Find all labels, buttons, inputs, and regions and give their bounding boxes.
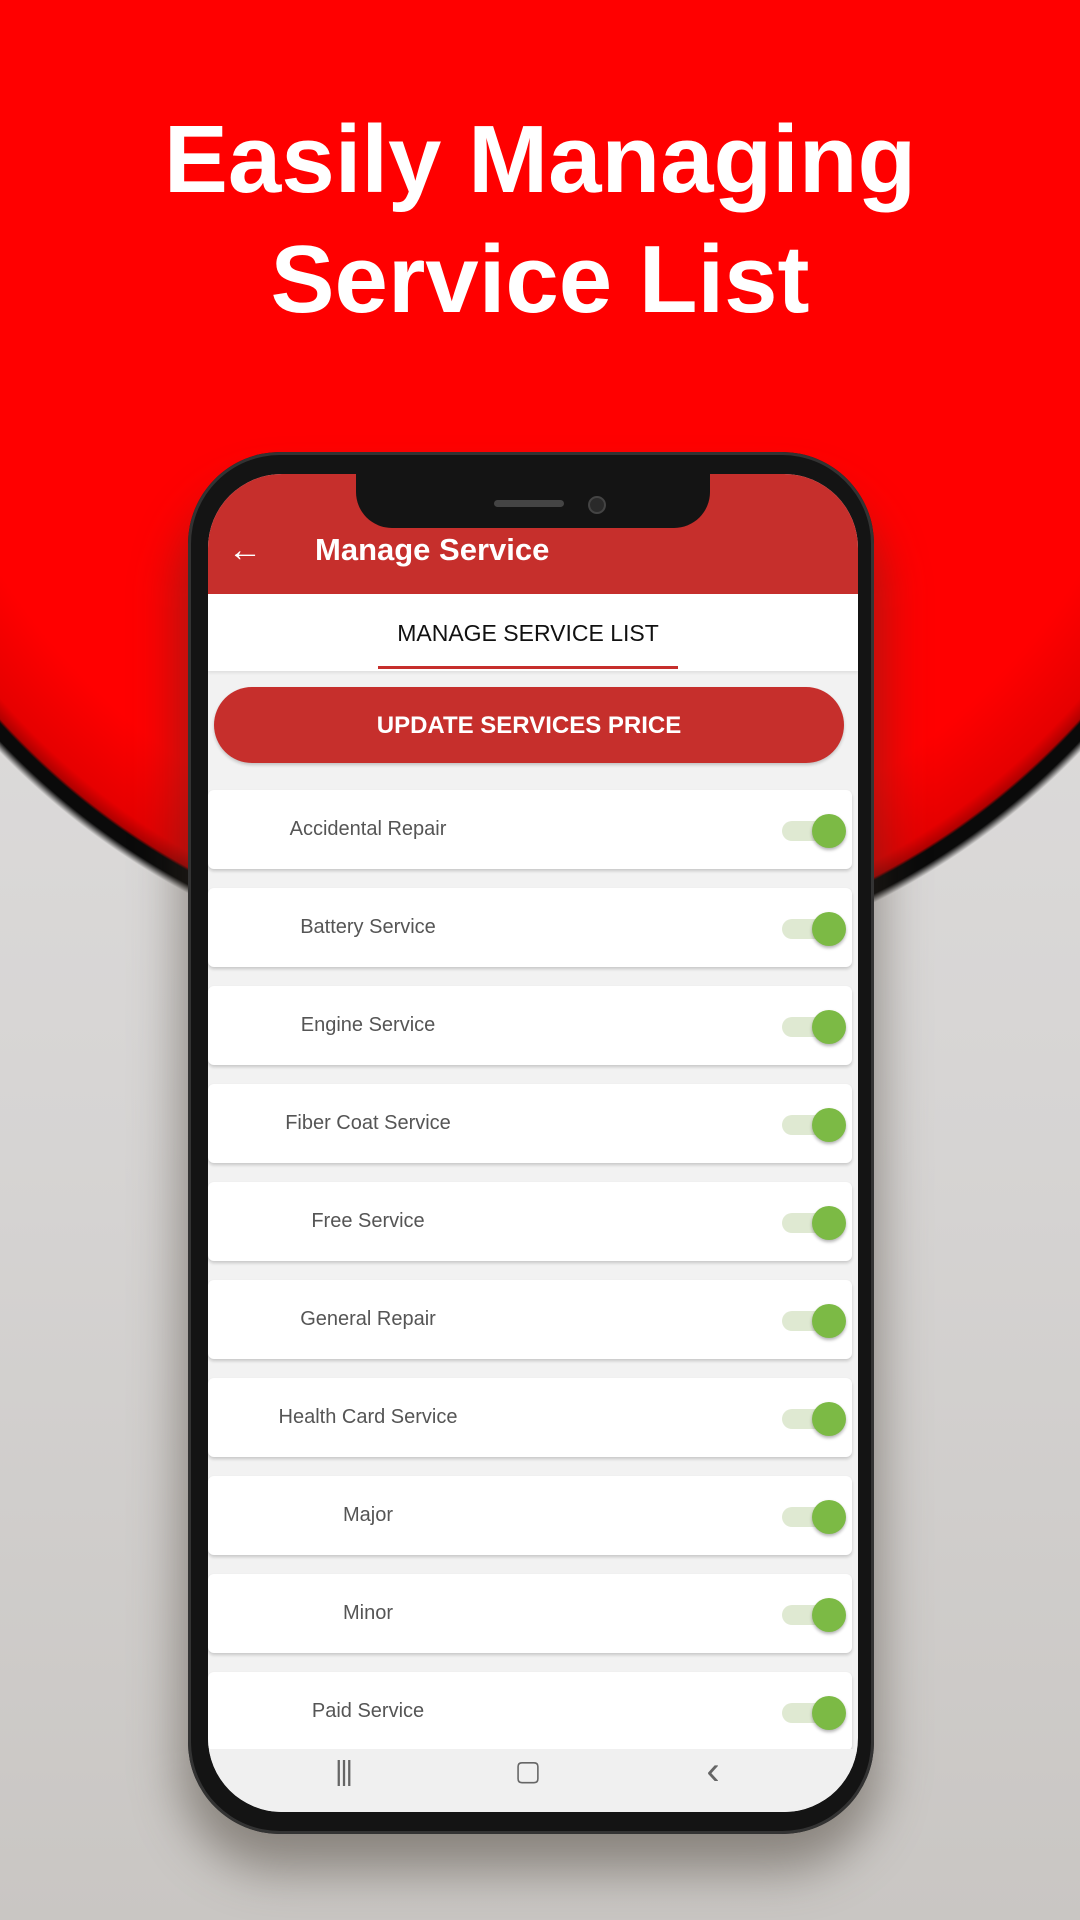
toggle-knob	[812, 1206, 846, 1240]
toggle-knob	[812, 1696, 846, 1730]
service-list-item: Accidental Repair	[208, 790, 852, 869]
service-list-item: General Repair	[208, 1280, 852, 1359]
service-toggle[interactable]	[780, 1304, 848, 1338]
service-name: Health Card Service	[278, 1406, 458, 1428]
update-services-price-button[interactable]: UPDATE SERVICES PRICE	[214, 687, 844, 763]
service-toggle[interactable]	[780, 814, 848, 848]
phone-notch	[356, 474, 710, 528]
recents-icon[interactable]: |||	[318, 1753, 368, 1789]
service-name: Free Service	[311, 1210, 425, 1232]
tab-bar: MANAGE SERVICE LIST	[208, 594, 858, 671]
service-toggle[interactable]	[780, 1010, 848, 1044]
headline: Easily Managing Service List	[0, 100, 1080, 340]
service-name: Paid Service	[311, 1700, 425, 1722]
service-list-item: Major	[208, 1476, 852, 1555]
phone-screen: ← Manage Service MANAGE SERVICE LIST UPD…	[208, 474, 858, 1812]
service-list-item: Paid Service	[208, 1672, 852, 1751]
service-name: Battery Service	[300, 916, 436, 938]
toggle-knob	[812, 912, 846, 946]
service-list-item: Engine Service	[208, 986, 852, 1065]
service-list-item: Minor	[208, 1574, 852, 1653]
service-toggle[interactable]	[780, 1696, 848, 1730]
service-name: Engine Service	[300, 1014, 436, 1036]
toggle-knob	[812, 1304, 846, 1338]
headline-line-1: Easily Managing	[163, 106, 917, 213]
service-list-item: Battery Service	[208, 888, 852, 967]
service-toggle[interactable]	[780, 912, 848, 946]
tab-indicator	[378, 666, 678, 669]
service-name: Major	[342, 1504, 393, 1526]
service-name: General Repair	[300, 1308, 436, 1330]
arrow-left-icon[interactable]: ←	[228, 530, 262, 570]
service-list-item: Free Service	[208, 1182, 852, 1261]
tab-manage-service-list[interactable]: MANAGE SERVICE LIST	[378, 594, 678, 671]
home-icon[interactable]: ▢	[503, 1753, 553, 1789]
service-toggle[interactable]	[780, 1402, 848, 1436]
tab-label: MANAGE SERVICE LIST	[397, 620, 659, 646]
service-name: Accidental Repair	[289, 818, 447, 840]
toggle-knob	[812, 1010, 846, 1044]
service-list-item: Fiber Coat Service	[208, 1084, 852, 1163]
camera-icon	[588, 496, 606, 514]
toggle-knob	[812, 1402, 846, 1436]
service-list-item: Health Card Service	[208, 1378, 852, 1457]
toggle-knob	[812, 1500, 846, 1534]
page-title: Manage Service	[315, 532, 550, 567]
service-toggle[interactable]	[780, 1500, 848, 1534]
service-toggle[interactable]	[780, 1108, 848, 1142]
speaker-grille	[494, 500, 564, 507]
toggle-knob	[812, 1108, 846, 1142]
toggle-knob	[812, 814, 846, 848]
system-nav-bar: ||| ▢ ‹	[208, 1749, 858, 1812]
service-name: Fiber Coat Service	[285, 1112, 451, 1134]
back-icon[interactable]: ‹	[688, 1751, 738, 1791]
service-toggle[interactable]	[780, 1206, 848, 1240]
headline-line-2: Service List	[270, 226, 810, 333]
toggle-knob	[812, 1598, 846, 1632]
service-toggle[interactable]	[780, 1598, 848, 1632]
service-name: Minor	[342, 1602, 393, 1624]
